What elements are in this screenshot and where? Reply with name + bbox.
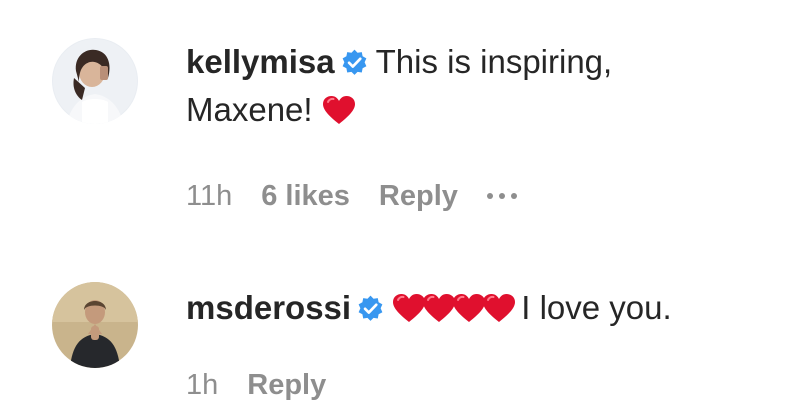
red-heart-icon — [322, 95, 356, 125]
reply-button[interactable]: Reply — [247, 369, 326, 401]
red-heart-icon — [452, 293, 486, 323]
comment-line-1: kellymisa This is inspiring, — [186, 38, 786, 86]
red-heart-icon — [482, 293, 516, 323]
comment-item: msderossi I love you. 1h Reply — [0, 262, 800, 420]
comment-line-2: Maxene! — [186, 86, 786, 134]
hearts-emoji-group — [392, 289, 512, 326]
ellipsis-icon[interactable] — [486, 174, 523, 207]
comment-body: msderossi I love you. — [186, 284, 786, 332]
verified-badge-icon — [341, 49, 368, 76]
reply-button[interactable]: Reply — [379, 180, 458, 212]
likes-count[interactable]: 6 likes — [261, 180, 350, 212]
comment-item: kellymisa This is inspiring, Maxene! 11h 6… — [0, 0, 800, 250]
comment-meta: 11h 6 likes Reply — [186, 174, 552, 213]
avatar-photo-icon — [52, 38, 138, 124]
username[interactable]: msderossi — [186, 289, 351, 326]
avatar[interactable] — [52, 282, 138, 368]
comment-line-1: msderossi I love you. — [186, 284, 786, 332]
verified-badge-icon — [357, 295, 384, 322]
comment-text-continued: Maxene! — [186, 91, 313, 128]
red-heart-icon — [392, 293, 426, 323]
red-heart-icon — [422, 293, 456, 323]
comment-text: I love you. — [521, 289, 672, 326]
comment-body: kellymisa This is inspiring, Maxene! — [186, 38, 786, 134]
avatar-photo-icon — [52, 282, 138, 368]
avatar[interactable] — [52, 38, 138, 124]
comment-text: This is inspiring, — [375, 43, 613, 80]
timestamp: 1h — [186, 369, 219, 401]
timestamp: 11h — [186, 180, 233, 212]
username[interactable]: kellymisa — [186, 43, 335, 80]
comment-meta: 1h Reply — [186, 369, 355, 402]
